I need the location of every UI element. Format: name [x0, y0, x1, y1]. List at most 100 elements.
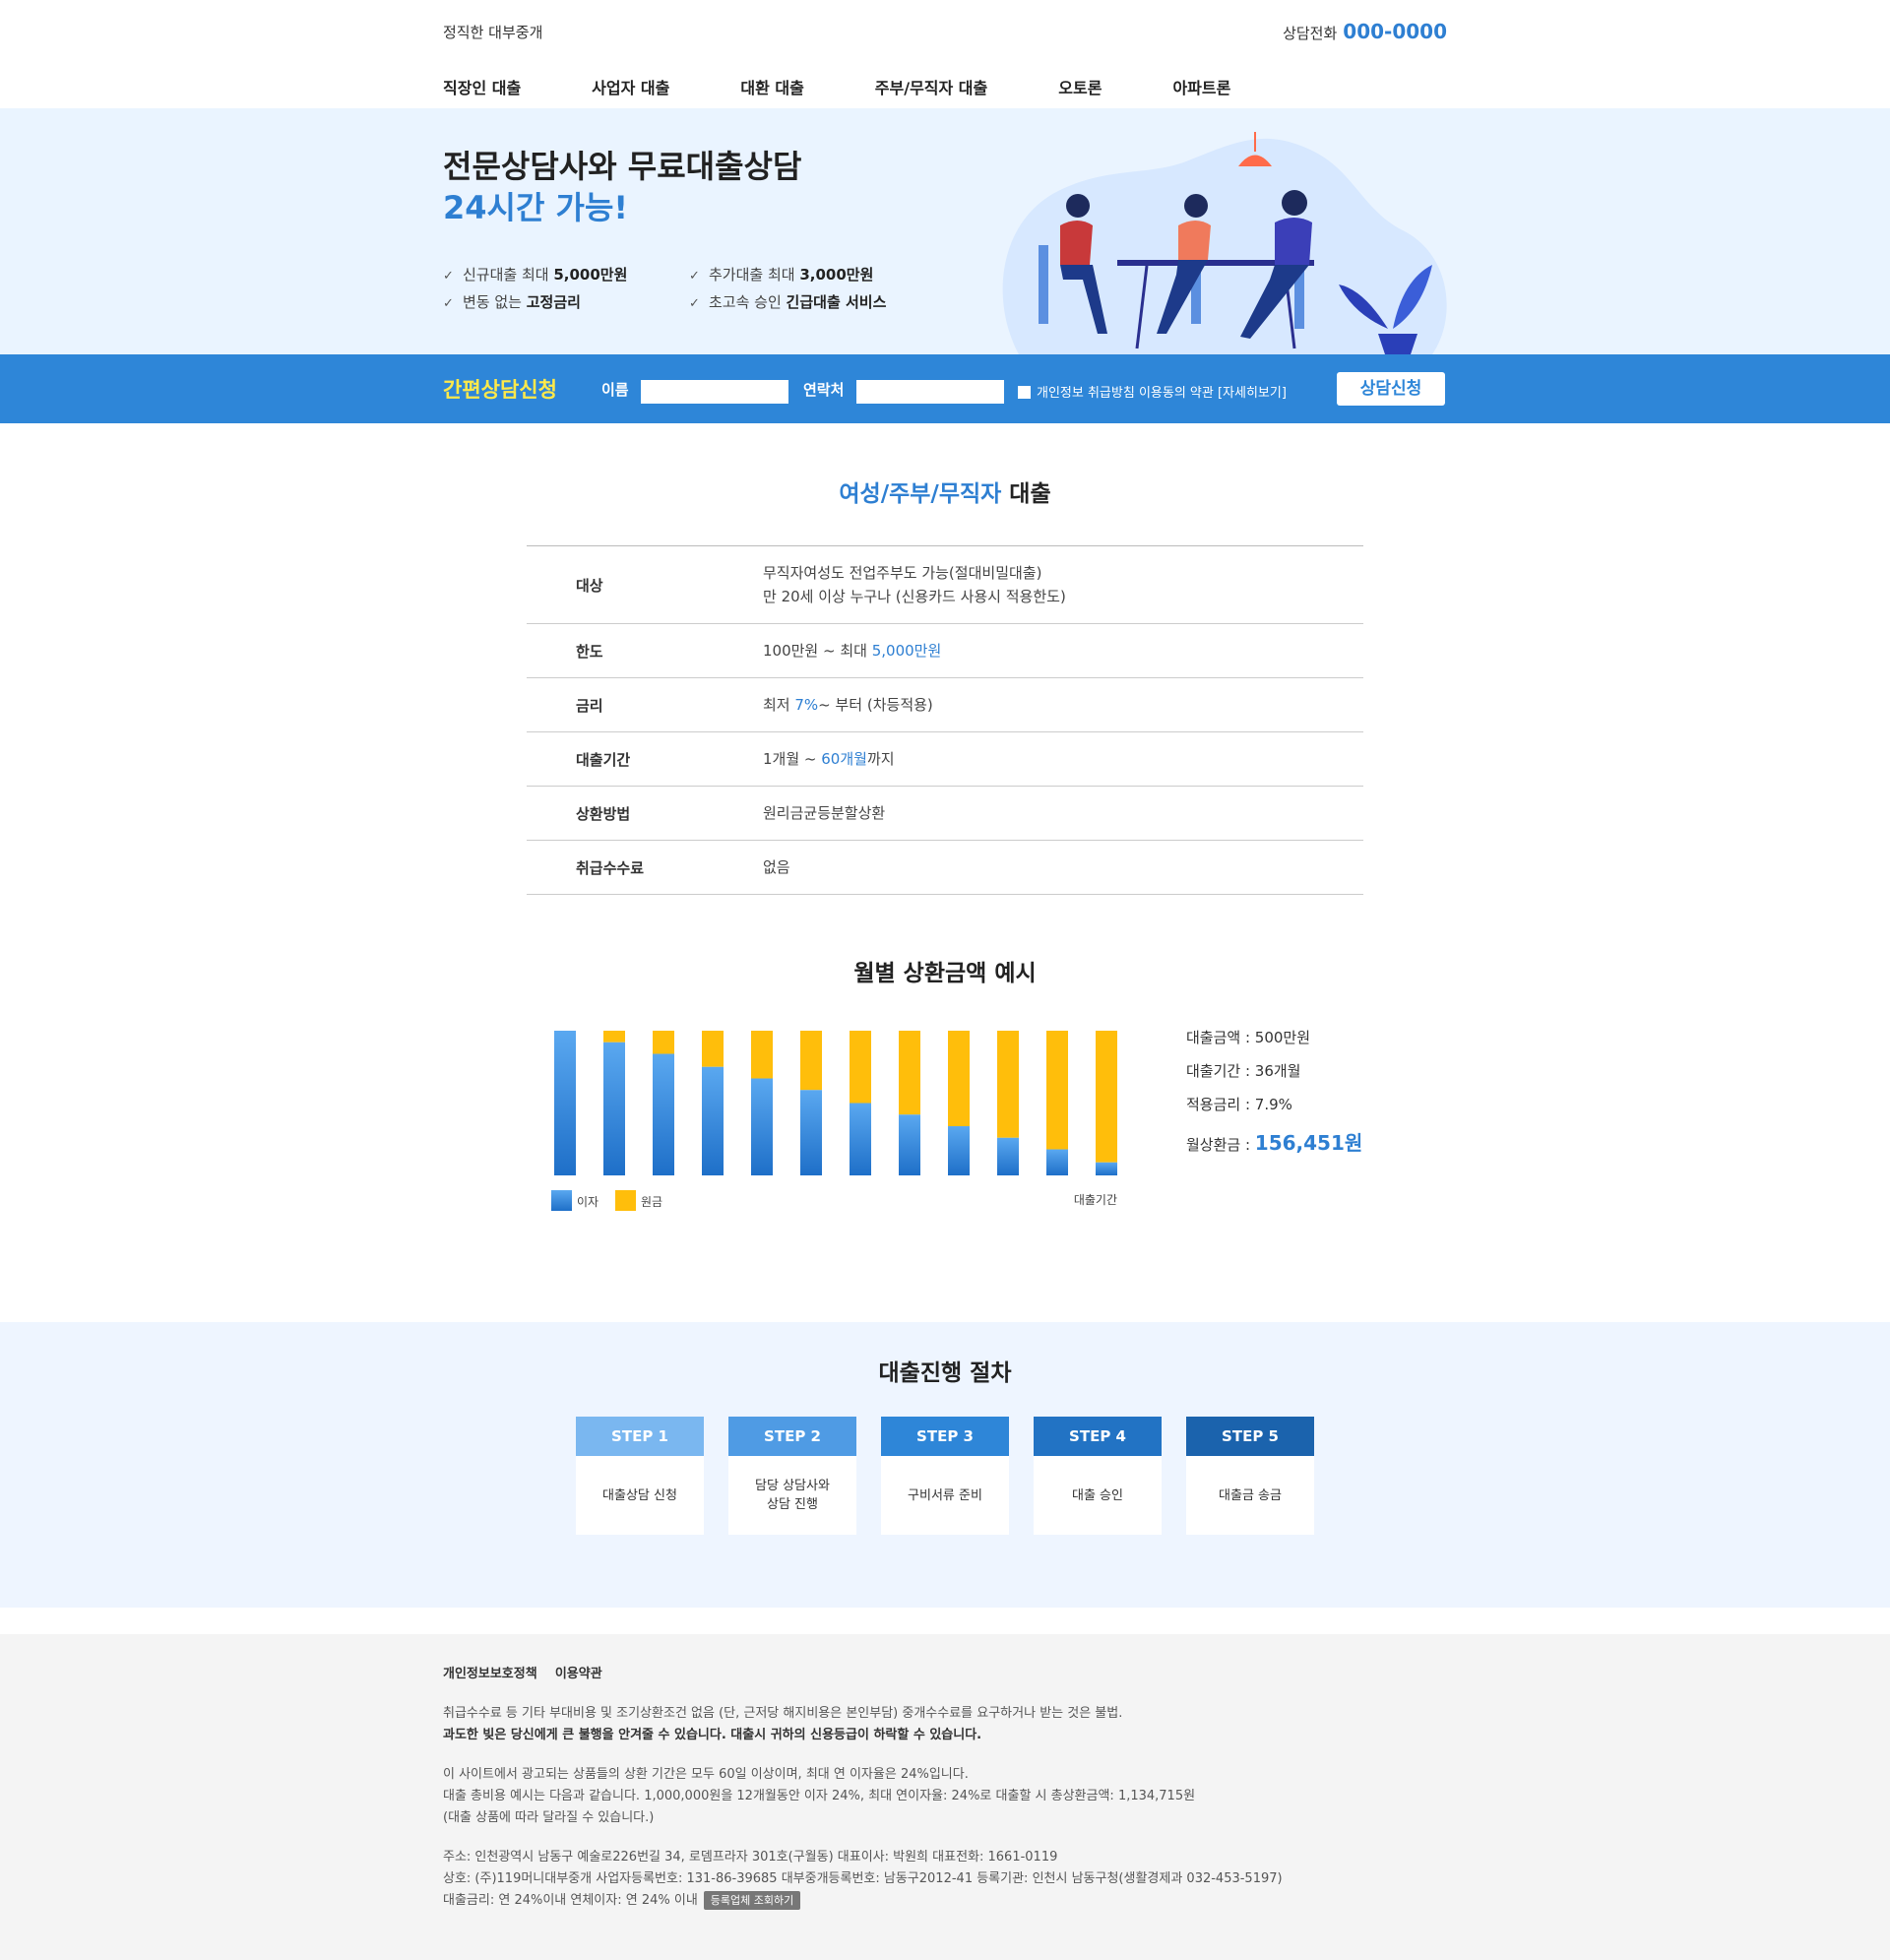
terms-link[interactable]: 이용약관	[555, 1667, 602, 1681]
hero-subtitle: 24시간 가능!	[443, 189, 629, 226]
table-row: 대상 무직자여성도 전업주부도 가능(절대비밀대출) 만 20세 이상 누구나 (…	[527, 546, 1363, 624]
feature-item: ✓ 초고속 승인 긴급대출 서비스	[689, 293, 887, 311]
privacy-agree: 개인정보 취급방침 이용동의 약관 [자세히보기]	[1018, 382, 1287, 401]
repayment-chart: 이자 원금 대출기간	[551, 1031, 1117, 1211]
bar-interest	[948, 1126, 970, 1175]
privacy-agree-checkbox[interactable]	[1018, 386, 1031, 399]
product-title: 여성/주부/무직자 대출	[839, 481, 1051, 507]
bar-interest	[800, 1090, 822, 1175]
quick-consult-bar: 간편상담신청 이름 연락처 개인정보 취급방침 이용동의 약관 [자세히보기] …	[0, 354, 1890, 423]
bar-principal	[603, 1031, 625, 1043]
hero-banner: 전문상담사와 무료대출상담 24시간 가능! ✓ 신규대출 최대 5,000만원 …	[0, 108, 1890, 354]
step-card: STEP 5 대출금 송금	[1186, 1417, 1314, 1535]
footer-links: 개인정보보호정책 이용약관	[443, 1664, 1447, 1685]
legend-principal-label: 원금	[641, 1195, 662, 1209]
footer-cost-example: 이 사이트에서 광고되는 상품들의 상환 기간은 모두 60일 이상이며, 최대…	[443, 1767, 1196, 1825]
row-key: 대상	[576, 576, 603, 595]
contact-label: 연락처	[803, 381, 845, 399]
row-key: 상환방법	[576, 804, 631, 823]
bar-principal	[751, 1031, 773, 1079]
bar-interest	[603, 1042, 625, 1175]
row-value: 원리금균등분할상환	[763, 804, 886, 822]
x-axis-label: 대출기간	[1074, 1193, 1117, 1207]
bar-interest	[899, 1114, 920, 1175]
bar-interest	[702, 1066, 724, 1175]
phone-label: 상담전화	[1283, 25, 1338, 42]
bar-principal	[800, 1031, 822, 1091]
row-key: 취급수수료	[576, 858, 645, 877]
step-card: STEP 1 대출상담 신청	[576, 1417, 704, 1535]
women-at-table-illustration	[1002, 132, 1447, 354]
registered-lookup-button[interactable]: 등록업체 조회하기	[703, 1891, 801, 1910]
bar-interest	[997, 1137, 1019, 1175]
table-row: 대출기간 1개월 ~ 60개월까지	[527, 732, 1363, 787]
loan-summary: 대출금액 : 500만원 대출기간 : 36개월 적용금리 : 7.9% 월상환…	[1186, 1027, 1362, 1161]
row-value: 최저 7%~ 부터 (차등적용)	[763, 696, 933, 714]
contact-input[interactable]	[856, 380, 1004, 404]
row-key: 한도	[576, 642, 603, 661]
legend-interest-swatch	[551, 1190, 572, 1211]
bar-interest	[554, 1031, 576, 1175]
row-value: 1개월 ~ 60개월까지	[763, 750, 895, 768]
bar-principal	[702, 1031, 724, 1067]
brand-logo[interactable]: 정직한 대부중개	[443, 22, 542, 42]
nav-item-auto-loan[interactable]: 오토론	[1058, 63, 1102, 108]
check-icon: ✓	[443, 269, 454, 284]
footer-company-info: 주소: 인천광역시 남동구 예술로226번길 34, 로뎀프라자 301호(구월…	[443, 1850, 1283, 1910]
feature-item: ✓ 추가대출 최대 3,000만원	[689, 266, 874, 284]
check-icon: ✓	[689, 269, 700, 284]
repayment-chart-area: 이자 원금 대출기간 대출금액 : 500만원 대출기간 : 36개월 적용금리 :…	[527, 1023, 1363, 1230]
footer-notice: 취급수수료 등 기타 부대비용 및 조기상환조건 없음 (단, 근저당 해지비용…	[443, 1706, 1123, 1742]
feature-item: ✓ 변동 없는 고정금리	[443, 293, 581, 311]
row-value: 100만원 ~ 최대 5,000만원	[763, 642, 942, 660]
name-label: 이름	[601, 381, 629, 399]
summary-rate: 적용금리 : 7.9%	[1186, 1096, 1292, 1113]
product-info-table: 대상 무직자여성도 전업주부도 가능(절대비밀대출) 만 20세 이상 누구나 (…	[527, 545, 1363, 895]
nav-item-business-loan[interactable]: 사업자 대출	[592, 63, 669, 108]
bar-interest	[1096, 1162, 1117, 1175]
bar-principal	[653, 1031, 674, 1054]
bar-principal	[948, 1031, 970, 1127]
procedure-steps: STEP 1 대출상담 신청 STEP 2 담당 상담사와 상담 진행 STEP 3…	[0, 1417, 1890, 1535]
row-key: 대출기간	[576, 750, 631, 769]
privacy-agree-label[interactable]: 개인정보 취급방침 이용동의 약관 [자세히보기]	[1037, 386, 1287, 401]
nav-item-office-loan[interactable]: 직장인 대출	[443, 63, 521, 108]
apply-consult-button[interactable]: 상담신청	[1337, 372, 1445, 406]
nav-item-housewife-loan[interactable]: 주부/무직자 대출	[875, 63, 987, 108]
bar-principal	[850, 1031, 871, 1104]
check-icon: ✓	[689, 296, 700, 311]
hero-title: 전문상담사와 무료대출상담	[443, 148, 802, 185]
bar-principal	[899, 1031, 920, 1115]
bar-principal	[1046, 1031, 1068, 1150]
phone-number[interactable]: 000-0000	[1343, 20, 1447, 43]
step-card: STEP 3 구비서류 준비	[881, 1417, 1009, 1535]
privacy-policy-link[interactable]: 개인정보보호정책	[443, 1667, 537, 1681]
summary-amount: 대출금액 : 500만원	[1186, 1029, 1311, 1046]
nav-item-apartment-loan[interactable]: 아파트론	[1172, 63, 1230, 108]
legend-interest-label: 이자	[577, 1195, 598, 1209]
bar-interest	[850, 1103, 871, 1175]
summary-monthly: 월상환금 : 156,451원	[1186, 1131, 1363, 1155]
step-card: STEP 2 담당 상담사와 상담 진행	[728, 1417, 856, 1535]
bar-principal	[1096, 1031, 1117, 1163]
row-value: 없음	[763, 858, 790, 876]
step-card: STEP 4 대출 승인	[1034, 1417, 1162, 1535]
footer: 개인정보보호정책 이용약관 취급수수료 등 기타 부대비용 및 조기상환조건 없…	[0, 1634, 1890, 1960]
nav-item-refinance-loan[interactable]: 대환 대출	[740, 63, 803, 108]
summary-period: 대출기간 : 36개월	[1186, 1062, 1301, 1080]
procedure-section: 대출진행 절차 STEP 1 대출상담 신청 STEP 2 담당 상담사와 상담 진…	[0, 1322, 1890, 1608]
bar-interest	[653, 1053, 674, 1175]
main-nav: 직장인 대출 사업자 대출 대환 대출 주부/무직자 대출 오토론 아파트론	[443, 63, 1447, 108]
legend-principal-swatch	[615, 1190, 636, 1211]
table-row: 취급수수료 없음	[527, 841, 1363, 895]
table-row: 한도 100만원 ~ 최대 5,000만원	[527, 624, 1363, 678]
bar-interest	[751, 1078, 773, 1175]
bar-principal	[997, 1031, 1019, 1138]
name-input[interactable]	[641, 380, 788, 404]
phone-contact: 상담전화 000-0000	[1283, 20, 1447, 43]
table-row: 상환방법 원리금균등분할상환	[527, 787, 1363, 841]
check-icon: ✓	[443, 296, 454, 311]
chart-title: 월별 상환금액 예시	[853, 961, 1037, 986]
row-key: 금리	[576, 696, 603, 715]
feature-item: ✓ 신규대출 최대 5,000만원	[443, 266, 628, 284]
